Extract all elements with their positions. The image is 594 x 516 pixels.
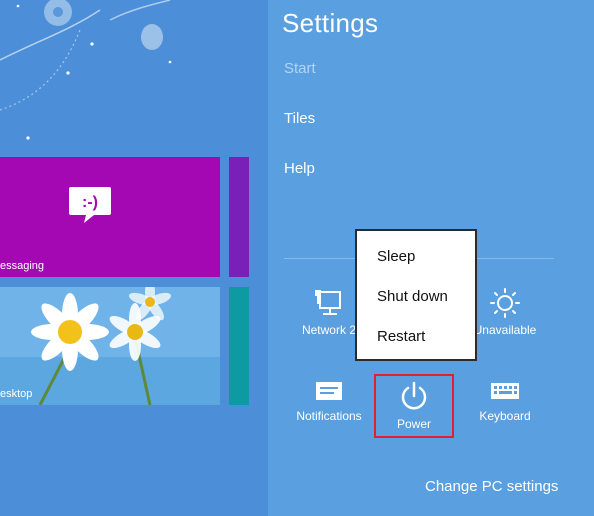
notifications-label: Notifications — [296, 409, 362, 423]
power-label: Power — [396, 417, 431, 431]
restart-option[interactable]: Restart — [377, 328, 425, 345]
settings-link-tiles[interactable]: Tiles — [284, 110, 315, 127]
branch-decoration — [0, 0, 172, 140]
settings-link-help[interactable]: Help — [284, 160, 315, 177]
keyboard-button[interactable]: Keyboard — [460, 378, 550, 440]
brightness-icon — [490, 288, 520, 318]
network-label: Network — [301, 323, 346, 337]
smiley-speech-bubble-icon: :-) — [69, 187, 111, 223]
svg-text::-): :-) — [82, 194, 98, 211]
notifications-icon — [316, 382, 342, 400]
power-icon — [401, 381, 427, 410]
power-button[interactable]: Power — [374, 374, 454, 438]
change-pc-settings-link[interactable]: Change PC settings — [425, 478, 558, 495]
start-screen: :-) essaging esktop — [0, 0, 268, 516]
desktop-tile[interactable]: esktop — [0, 287, 220, 405]
adjacent-tile[interactable] — [229, 287, 249, 405]
settings-title: Settings — [282, 8, 379, 38]
desktop-tile-label: esktop — [0, 388, 33, 400]
keyboard-label: Keyboard — [479, 409, 531, 423]
adjacent-tile[interactable] — [229, 157, 249, 277]
network-icon — [315, 290, 341, 315]
shut-down-option[interactable]: Shut down — [377, 288, 448, 305]
messaging-tile-label: essaging — [0, 260, 45, 272]
power-menu: Sleep Shut down Restart — [355, 229, 477, 361]
keyboard-icon — [491, 383, 519, 399]
settings-link-start[interactable]: Start — [284, 60, 316, 77]
daisy-wallpaper — [0, 287, 220, 405]
sleep-option[interactable]: Sleep — [377, 248, 415, 265]
notifications-button[interactable]: Notifications — [284, 378, 374, 440]
messaging-tile[interactable]: :-) essaging — [0, 157, 220, 277]
